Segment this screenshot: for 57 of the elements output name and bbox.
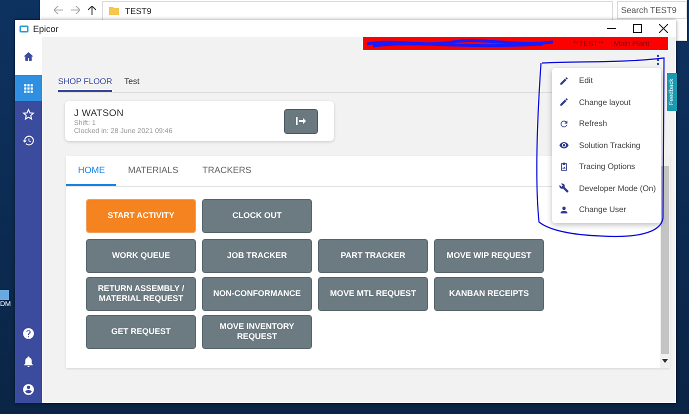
pencil-icon: [559, 97, 569, 108]
scrollbar[interactable]: [660, 156, 670, 368]
eye-icon: [559, 140, 569, 150]
close-icon: [658, 24, 668, 33]
window-title: Epicor: [33, 24, 59, 34]
tab[interactable]: MATERIALS: [116, 156, 190, 186]
menu-item[interactable]: Change User: [552, 199, 661, 220]
sidebar-item[interactable]: [15, 37, 42, 75]
menu-item[interactable]: Refresh: [552, 113, 661, 134]
action-button[interactable]: START ACTIVITY: [86, 199, 196, 233]
help-icon: [22, 326, 35, 340]
clock-out-button[interactable]: [284, 108, 318, 134]
scrollbar-thumb[interactable]: [661, 166, 669, 354]
person-icon: [559, 204, 569, 215]
menu-item[interactable]: Developer Mode (On): [552, 178, 661, 199]
minimize-icon: [606, 28, 616, 29]
user-icon: [22, 382, 35, 396]
action-button[interactable]: JOB TRACKER: [202, 239, 312, 273]
action-button[interactable]: RETURN ASSEMBLY / MATERIAL REQUEST: [86, 277, 196, 311]
menu-item[interactable]: Solution Tracking: [552, 134, 661, 156]
page-tab[interactable]: SHOP FLOOR: [58, 76, 112, 92]
action-button[interactable]: MOVE MTL REQUEST: [318, 277, 428, 311]
maximize-icon: [632, 24, 642, 33]
search-field[interactable]: Search TEST9: [617, 1, 687, 19]
tab[interactable]: HOME: [66, 156, 116, 186]
action-button[interactable]: NON-CONFORMANCE: [202, 277, 312, 311]
folder-path: TEST9: [125, 6, 152, 16]
app-logo-icon: [19, 24, 29, 32]
sidebar-item[interactable]: [15, 75, 42, 101]
clipboard-icon: [559, 162, 569, 172]
apps-grid-icon: [22, 82, 35, 94]
action-button[interactable]: PART TRACKER: [318, 239, 428, 273]
user-name: J WATSON: [74, 108, 125, 118]
tab[interactable]: TRACKERS: [190, 156, 264, 186]
action-button[interactable]: KANBAN RECEIPTS: [434, 277, 544, 311]
wrench-icon: [559, 183, 569, 194]
menu-item[interactable]: Edit: [552, 70, 661, 92]
menu-item[interactable]: Change layout: [552, 92, 661, 113]
up-arrow-icon[interactable]: [88, 6, 96, 14]
action-button[interactable]: MOVE INVENTORY REQUEST: [202, 315, 312, 349]
pencil-icon: [559, 76, 569, 86]
home-icon: [22, 50, 35, 62]
history-icon: [22, 134, 35, 146]
action-button[interactable]: CLOCK OUT: [202, 199, 312, 233]
more-options-button[interactable]: [654, 54, 662, 66]
action-button[interactable]: MOVE WIP REQUEST: [434, 239, 544, 273]
bell-icon: [22, 354, 35, 368]
refresh-icon: [559, 118, 569, 129]
down-arrow-icon[interactable]: [662, 359, 668, 363]
star-icon: [22, 108, 35, 120]
menu-item[interactable]: Tracing Options: [552, 156, 661, 178]
exit-icon: [295, 116, 307, 126]
action-button[interactable]: WORK QUEUE: [86, 239, 196, 273]
folder-icon: [109, 7, 119, 15]
kebab-icon: [654, 54, 662, 66]
action-button[interactable]: GET REQUEST: [86, 315, 196, 349]
page-tab[interactable]: Test: [124, 76, 140, 92]
